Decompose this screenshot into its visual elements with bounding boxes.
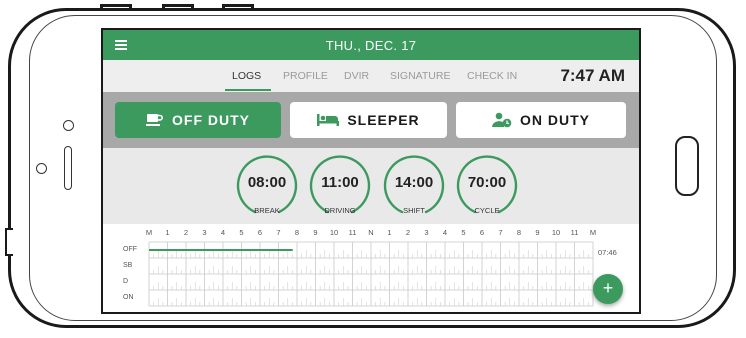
hour-label: 9 <box>313 228 318 237</box>
hour-label: 2 <box>183 228 189 237</box>
tab-signature[interactable]: SIGNATURE <box>390 70 450 82</box>
side-button <box>5 228 13 256</box>
hour-label: 3 <box>202 228 207 237</box>
break-timer: 08:00 BREAK <box>235 154 299 218</box>
driving-label: DRIVING <box>324 206 356 215</box>
cycle-label: CYCLE <box>474 206 500 215</box>
hour-label: 9 <box>535 228 540 237</box>
log-grid-chart: 07:46 M 1 2 3 4 5 6 7 8 9 10 11 N 1 2 3 4 5 6 7 8 9 10 11 M OFF SB… <box>103 224 639 312</box>
tab-profile[interactable]: PROFILE <box>283 70 328 82</box>
current-time-marker: 07:46 <box>598 248 617 257</box>
camera-icon <box>63 120 74 131</box>
tab-dvir[interactable]: DVIR <box>344 70 369 82</box>
hour-label: 8 <box>516 228 522 237</box>
row-label: SB <box>123 262 133 269</box>
hour-label: 7 <box>276 228 281 237</box>
hour-label: 11 <box>348 228 357 237</box>
cycle-value: 70:00 <box>467 174 507 191</box>
app-screen: THU., DEC. 17 LOGS PROFILE DVIR SIGNATUR… <box>101 28 641 314</box>
nav-tabs: LOGS PROFILE DVIR SIGNATURE CHECK IN 7:4… <box>103 60 639 92</box>
hos-timers: 08:00 BREAK 11:00 DRIVING 14:00 SHIFT 70… <box>103 148 639 224</box>
row-label: OFF <box>123 246 137 253</box>
coffee-cup-icon <box>146 114 163 126</box>
sensor-icon <box>36 163 47 174</box>
driving-value: 11:00 <box>321 174 359 191</box>
row-label: ON <box>123 294 134 301</box>
hour-label: 8 <box>294 228 300 237</box>
shift-label: SHIFT <box>403 206 425 215</box>
person-clock-icon <box>492 112 512 128</box>
hour-label: 7 <box>498 228 503 237</box>
log-grid <box>148 241 594 307</box>
duty-status-bar: OFF DUTY SLEEPER ON DUTY <box>103 92 639 148</box>
active-tab-indicator <box>225 89 271 91</box>
shift-value: 14:00 <box>394 174 434 191</box>
hour-label: 4 <box>220 228 226 237</box>
current-time: 7:47 AM <box>560 66 625 85</box>
hour-label: 11 <box>570 228 579 237</box>
hour-label: 5 <box>239 228 244 237</box>
hour-label: M <box>589 228 597 237</box>
hour-label: 4 <box>442 228 448 237</box>
break-label: BREAK <box>254 206 280 215</box>
cycle-timer: 70:00 CYCLE <box>455 154 519 218</box>
break-value: 08:00 <box>247 174 287 191</box>
sleeper-label: SLEEPER <box>347 112 420 128</box>
speaker-grille <box>64 146 72 190</box>
sleeper-button[interactable]: SLEEPER <box>290 102 447 138</box>
hour-label: 1 <box>165 228 170 237</box>
off-duty-label: OFF DUTY <box>172 112 250 128</box>
hour-label: 6 <box>479 228 485 237</box>
tab-logs[interactable]: LOGS <box>232 70 261 82</box>
tab-check-in[interactable]: CHECK IN <box>467 70 517 82</box>
moon-icon[interactable] <box>611 37 625 53</box>
hour-label: 6 <box>257 228 263 237</box>
hour-label: 10 <box>329 228 339 237</box>
header-date: THU., DEC. 17 <box>325 38 417 53</box>
row-label: D <box>123 278 129 285</box>
hour-label: 10 <box>551 228 561 237</box>
hour-label: 5 <box>461 228 466 237</box>
hour-label: M <box>145 228 153 237</box>
hour-label: 1 <box>387 228 392 237</box>
hour-label: 3 <box>424 228 429 237</box>
hour-label: N <box>368 228 374 237</box>
hour-label: 2 <box>405 228 411 237</box>
shift-timer: 14:00 SHIFT <box>382 154 446 218</box>
driving-timer: 11:00 DRIVING <box>308 154 372 218</box>
app-header: THU., DEC. 17 <box>103 30 639 60</box>
on-duty-button[interactable]: ON DUTY <box>456 102 626 138</box>
on-duty-label: ON DUTY <box>520 112 590 128</box>
home-button <box>675 136 699 196</box>
add-event-button[interactable]: + <box>593 274 623 304</box>
bed-icon <box>317 114 340 126</box>
off-duty-button[interactable]: OFF DUTY <box>115 102 281 138</box>
